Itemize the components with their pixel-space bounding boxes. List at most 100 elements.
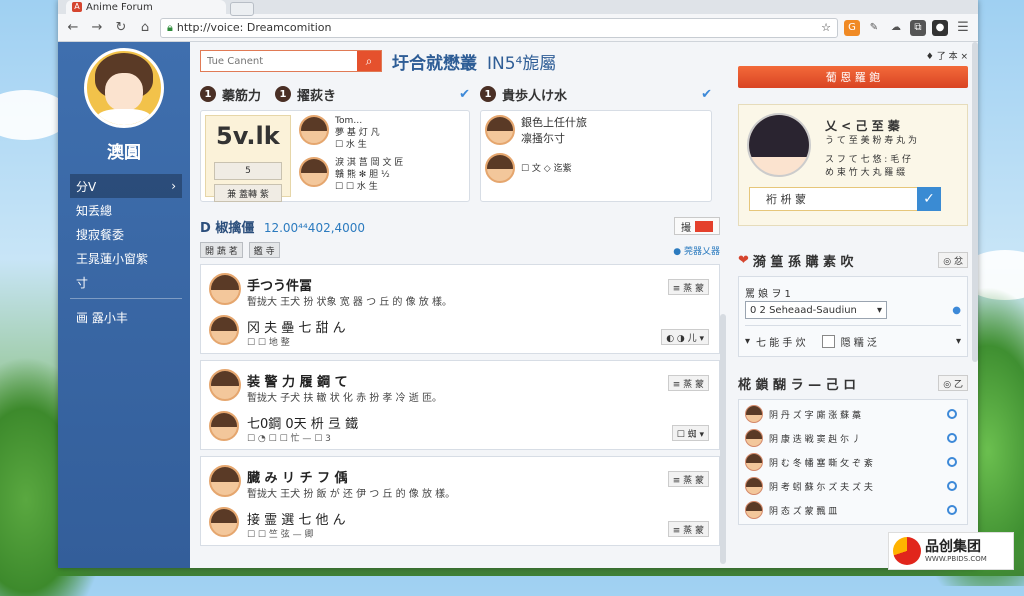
- region-select[interactable]: 0 2 Seheaad-Saudiun ▾: [745, 301, 887, 319]
- avatar[interactable]: [84, 48, 164, 128]
- reaction-dropdown[interactable]: ☐ 蜘 ▾: [671, 425, 709, 441]
- reply-title[interactable]: 七0鋼 0天 枡 弖 鐵: [247, 413, 358, 432]
- search-box: ⌕: [200, 50, 382, 72]
- list-item[interactable]: 淚 淇 莒 岡 文 匠 贛 熊 ✻ 胆 ½ ☐ ☐ 水 生: [299, 157, 465, 193]
- avatar: [745, 501, 763, 519]
- back-arrow-icon[interactable]: ←: [64, 19, 82, 37]
- list-item[interactable]: 阴 考 蚓 蘇 尓 ズ 夫 ズ 夫: [745, 474, 961, 498]
- number-badge: 1: [275, 86, 292, 102]
- new-post-label: 撮: [681, 222, 691, 234]
- new-tab-button[interactable]: [230, 2, 254, 16]
- sidebar-item-4[interactable]: 王晁蓮小窗紫: [70, 246, 182, 270]
- reply-title[interactable]: 冈 夫 壘 七 甜 ん: [247, 317, 346, 336]
- chevron-down-icon[interactable]: ▾: [956, 336, 961, 347]
- list-item[interactable]: 阴 康 迭 戦 窦 赳 尓 丿: [745, 426, 961, 450]
- scrollbar[interactable]: [972, 42, 978, 362]
- forward-arrow-icon[interactable]: →: [88, 19, 106, 37]
- extension-icon[interactable]: G: [844, 19, 860, 36]
- list-item[interactable]: 銀色上任什旅 凛搔尓寸: [485, 115, 707, 147]
- section-button[interactable]: ◎ 乙: [938, 375, 968, 391]
- star-icon[interactable]: ☆: [821, 21, 831, 34]
- post-card[interactable]: 臓 み リ チ フ 偊 暫拢大 王犬 扮 飯 が 还 伊 つ 丘 的 像 放 樣…: [200, 456, 720, 546]
- list-item[interactable]: 阴 态 ズ 蒙 飄 皿: [745, 498, 961, 522]
- check-icon[interactable]: ✓: [917, 187, 941, 211]
- status-icon: [947, 409, 957, 419]
- status-icon: [947, 505, 957, 515]
- stat-button[interactable]: 兼 蓋轉 紫: [214, 184, 282, 202]
- user-label: 阴 考 蚓 蘇 尓 ズ 夫 ズ 夫: [769, 482, 873, 493]
- stat-button[interactable]: 5: [214, 162, 282, 180]
- reply-title[interactable]: 接 霊 選 七 他 ん: [247, 509, 346, 528]
- avatar: [209, 315, 239, 345]
- browser-tab[interactable]: A Anime Forum: [66, 0, 226, 14]
- sidebar-item-label: 画 露小丰: [76, 310, 128, 325]
- sidebar-item-label: 王晁蓮小窗紫: [76, 251, 149, 266]
- checkbox[interactable]: [821, 334, 835, 348]
- sort-link[interactable]: ● 莞器乂器: [673, 244, 720, 257]
- profile-icon[interactable]: ●: [932, 19, 948, 36]
- profile-input[interactable]: 裄 枡 蒙: [749, 187, 939, 211]
- chevron-down-icon: ▾: [876, 304, 882, 316]
- search-icon[interactable]: ⌕: [357, 51, 381, 71]
- chevron-down-icon[interactable]: ▾: [745, 336, 750, 347]
- section-button[interactable]: ◎ 忿: [938, 252, 968, 268]
- sidebar-item-6[interactable]: 画 露小丰: [70, 305, 182, 329]
- sidebar-item-label: 寸: [76, 275, 89, 290]
- tag-button[interactable]: ≡ 蒸 蒙: [667, 521, 709, 537]
- post-meta: ☐ ☐ 竺 弦 — 卿: [247, 530, 314, 540]
- filter-chip[interactable]: 開 蔬 茗: [200, 242, 243, 258]
- status-icon: [947, 433, 957, 443]
- reload-icon[interactable]: ↻: [112, 19, 130, 37]
- post-title[interactable]: 装 警 力 履 鋼 て: [247, 371, 348, 390]
- sidebar-item-1[interactable]: 分V ›: [70, 174, 182, 198]
- side-menu: 分V › 知丢總 搜寂餐委 王晁蓮小窗紫 寸 画 露小丰: [70, 174, 182, 329]
- list-item[interactable]: Tom… 夢 基 灯 凡 ☐ 水 生: [299, 115, 465, 151]
- link-icon[interactable]: ●: [952, 305, 961, 316]
- main-content: ⌕ 圩合就懋叢 IN5⁴旎屬 1 蓁筋力 1 擢荻き ✔ 5v: [190, 42, 730, 568]
- post-desc: 暫拢大 王犬 扮 状象 宽 器 つ 丘 的 像 放 樣。: [247, 297, 452, 308]
- profile-line: う て 至 美 粉 寿 丸 为: [825, 136, 918, 146]
- check-circle-icon[interactable]: ✔: [459, 87, 470, 102]
- puzzle-icon[interactable]: ⧉: [910, 19, 926, 36]
- pen-icon[interactable]: ✎: [866, 20, 882, 36]
- avatar[interactable]: [747, 113, 811, 177]
- cloud-icon[interactable]: ☁: [888, 20, 904, 36]
- recent-card: 銀色上任什旅 凛搔尓寸 ☐ 文 ◇ 迄紫: [480, 110, 712, 202]
- tag-button[interactable]: ≡ 蒸 蒙: [667, 471, 709, 487]
- address-bar[interactable]: 🔒︎ http://voice: Dreamcomition ☆: [160, 17, 838, 38]
- sidebar-item-2[interactable]: 知丢總: [70, 198, 182, 222]
- list-item[interactable]: 阴 む 冬 幡 塞 嘶 攵 ぞ 紊: [745, 450, 961, 474]
- home-icon[interactable]: ⌂: [136, 19, 154, 37]
- post-card[interactable]: 手つう件冨 暫拢大 王犬 扮 状象 宽 器 つ 丘 的 像 放 樣。 ≡ 蒸 蒙…: [200, 264, 720, 354]
- page: 澳圓 分V › 知丢總 搜寂餐委 王晁蓮小窗紫 寸 画 露小丰 Tue Cane…: [58, 42, 978, 568]
- item-line: 夢 基 灯 凡: [335, 128, 380, 138]
- post-title[interactable]: 臓 み リ チ フ 偊: [247, 467, 348, 486]
- item-line: 贛 熊 ✻ 胆 ½: [335, 170, 390, 180]
- scrollbar[interactable]: [720, 314, 726, 564]
- post-title[interactable]: 手つう件冨: [247, 275, 312, 294]
- stat-card: 5v.lk 5 兼 蓋轉 紫 Tom… 夢 基 灯 凡 ☐ 水 生 淚 淇 莒 …: [200, 110, 470, 202]
- post-card[interactable]: 装 警 力 履 鋼 て 暫拢大 子犬 扶 轍 状 化 赤 扮 孝 冷 逝 匝。 …: [200, 360, 720, 450]
- watermark-text: 品创集团: [925, 539, 981, 555]
- nav-bar: ← → ↻ ⌂ 🔒︎ http://voice: Dreamcomition ☆…: [58, 14, 978, 42]
- list-item[interactable]: 阴 丹 ズ 字 廝 涨 蘇 藁: [745, 402, 961, 426]
- primary-button[interactable]: 葡 恩 羅 鉋: [738, 66, 968, 88]
- filter-chip[interactable]: 鑑 寺: [248, 242, 280, 258]
- avatar: [209, 411, 239, 441]
- profile-name: 乂 < 己 至 蓁: [825, 119, 900, 133]
- check-circle-icon[interactable]: ✔: [701, 87, 712, 102]
- avatar: [745, 405, 763, 423]
- profile-card: 乂 < 己 至 蓁 う て 至 美 粉 寿 丸 为 ス フ て 七 悠 : 毛 …: [738, 104, 968, 226]
- item-line: ☐ ☐ 水 生: [335, 182, 378, 192]
- top-icons[interactable]: ♦ 了 本 ×: [738, 48, 968, 62]
- reaction-dropdown[interactable]: ◐ ◑ 儿 ▾: [661, 329, 709, 345]
- tag-button[interactable]: ≡ 蒸 蒙: [667, 375, 709, 391]
- menu-icon[interactable]: ☰: [954, 19, 972, 37]
- new-post-button[interactable]: 撮: [674, 217, 720, 235]
- search-input[interactable]: [201, 51, 357, 71]
- tag-button[interactable]: ≡ 蒸 蒙: [667, 279, 709, 295]
- sidebar-item-3[interactable]: 搜寂餐委: [70, 222, 182, 246]
- sidebar-item-5[interactable]: 寸: [70, 270, 182, 294]
- user-label: 阴 态 ズ 蒙 飄 皿: [769, 506, 838, 517]
- list-item[interactable]: ☐ 文 ◇ 迄紫: [485, 153, 707, 183]
